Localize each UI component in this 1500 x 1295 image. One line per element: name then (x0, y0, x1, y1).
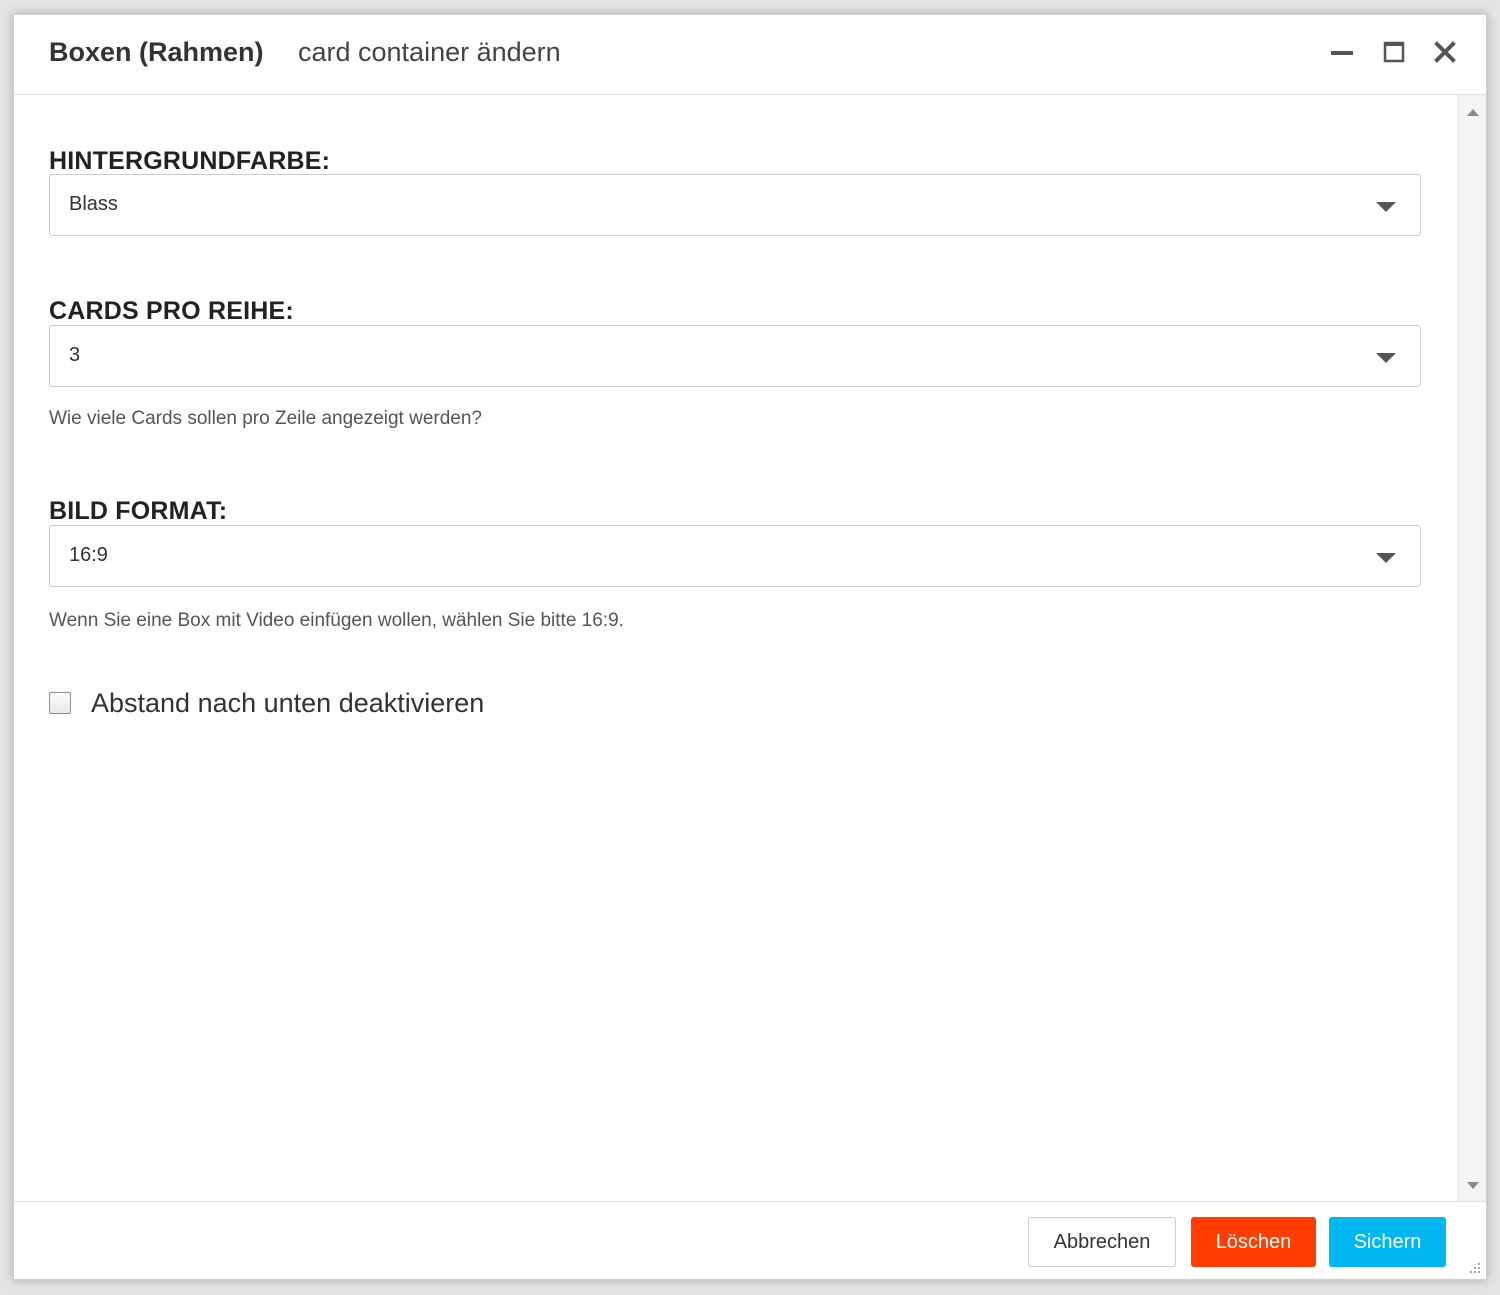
maximize-button[interactable] (1379, 37, 1409, 67)
dialog-titlebar[interactable]: Boxen (Rahmen) card container ändern (14, 15, 1486, 95)
dialog-subtitle: card container ändern (298, 37, 561, 67)
minimize-icon (1331, 51, 1353, 55)
dialog-content: HINTERGRUNDFARBE: Blass CARDS PRO REIHE:… (14, 95, 1458, 1201)
disable-bottom-spacing-label[interactable]: Abstand nach unten deaktivieren (91, 688, 484, 719)
background-color-label: HINTERGRUNDFARBE: (49, 147, 331, 175)
image-format-help: Wenn Sie eine Box mit Video einfügen wol… (49, 610, 624, 631)
image-format-value: 16:9 (69, 544, 108, 566)
minimize-button[interactable] (1327, 37, 1357, 67)
delete-button[interactable]: Löschen (1191, 1217, 1316, 1267)
resize-grip-icon[interactable] (1466, 1261, 1482, 1277)
image-format-select[interactable]: 16:9 (49, 525, 1421, 587)
save-button[interactable]: Sichern (1329, 1217, 1446, 1267)
cancel-button[interactable]: Abbrechen (1028, 1217, 1176, 1267)
vertical-scrollbar[interactable] (1458, 95, 1486, 1201)
chevron-down-icon (1376, 553, 1396, 563)
background-color-select[interactable]: Blass (49, 174, 1421, 236)
cards-per-row-value: 3 (69, 344, 81, 366)
background-color-value: Blass (69, 193, 118, 215)
dialog-title: Boxen (Rahmen) (49, 37, 264, 67)
dialog-footer: Abbrechen Löschen Sichern (14, 1201, 1486, 1281)
scroll-up-icon[interactable] (1467, 109, 1479, 116)
chevron-down-icon (1376, 202, 1396, 212)
cards-per-row-select[interactable]: 3 (49, 325, 1421, 387)
scroll-down-icon[interactable] (1467, 1182, 1479, 1189)
image-format-label: BILD FORMAT: (49, 497, 228, 525)
disable-bottom-spacing-checkbox[interactable] (49, 692, 71, 714)
close-icon (1434, 41, 1456, 63)
cards-per-row-label: CARDS PRO REIHE: (49, 297, 294, 325)
chevron-down-icon (1376, 353, 1396, 363)
edit-dialog: Boxen (Rahmen) card container ändern HIN… (13, 14, 1487, 1280)
maximize-icon (1383, 41, 1405, 63)
close-button[interactable] (1430, 37, 1460, 67)
cards-per-row-help: Wie viele Cards sollen pro Zeile angezei… (49, 408, 483, 429)
